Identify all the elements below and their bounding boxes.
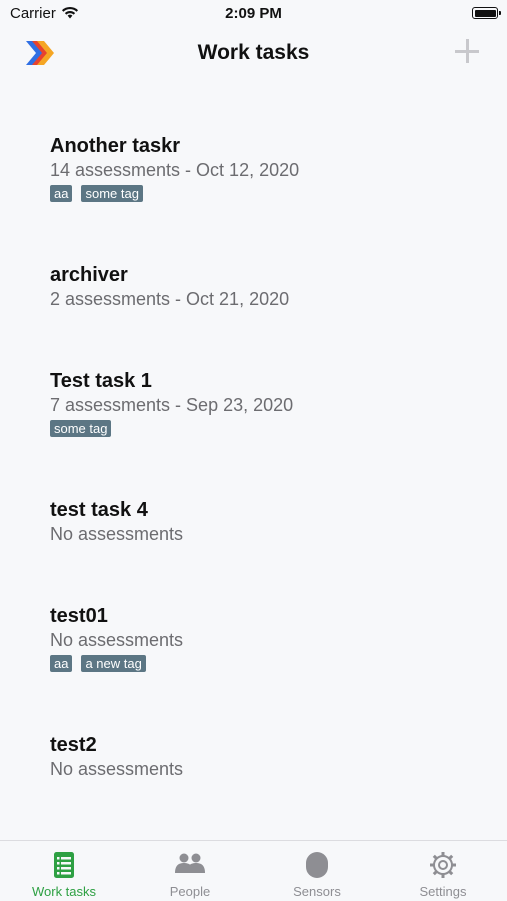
sensor-icon xyxy=(305,851,329,884)
tab-label: Work tasks xyxy=(31,884,97,899)
tag-badge: some tag xyxy=(81,185,143,202)
tag-list: some tag xyxy=(50,420,293,438)
page-title: Work tasks xyxy=(197,41,310,64)
people-icon xyxy=(174,851,206,880)
task-title: Another taskr xyxy=(50,135,181,157)
gear-icon xyxy=(429,851,457,884)
task-title: test2 xyxy=(50,734,97,756)
tag-list: aa some tag xyxy=(50,185,299,203)
tab-label: Sensors xyxy=(293,884,341,899)
tab-work-tasks[interactable]: Work tasks xyxy=(1,841,127,901)
task-title: test task 4 xyxy=(50,499,148,521)
task-subtitle: No assessments xyxy=(50,524,184,544)
list-item[interactable]: test2 No assessments xyxy=(50,733,183,781)
task-title: Test task 1 xyxy=(50,370,152,392)
tag-list: aa a new tag xyxy=(50,655,183,673)
battery-icon xyxy=(472,7,501,19)
task-title: archiver xyxy=(50,264,128,286)
tab-bar: Work tasks People Sensors Settings xyxy=(0,840,507,901)
list-item[interactable]: test01 No assessments aa a new tag xyxy=(50,604,183,673)
task-subtitle: 7 assessments - Sep 23, 2020 xyxy=(50,395,294,415)
tab-label: People xyxy=(169,884,211,899)
list-item[interactable]: Another taskr 14 assessments - Oct 12, 2… xyxy=(50,134,299,203)
task-subtitle: 2 assessments - Oct 21, 2020 xyxy=(50,289,290,309)
nav-bar: Work tasks xyxy=(0,28,507,78)
task-subtitle: No assessments xyxy=(50,759,184,779)
clock: 2:09 PM xyxy=(225,5,282,22)
tag-badge: aa xyxy=(50,655,73,672)
add-task-button[interactable] xyxy=(454,38,480,64)
tab-sensors[interactable]: Sensors xyxy=(254,841,380,901)
list-item[interactable]: Test task 1 7 assessments - Sep 23, 2020… xyxy=(50,369,293,438)
tab-people[interactable]: People xyxy=(127,841,253,901)
list-item[interactable]: test task 4 No assessments xyxy=(50,498,183,546)
tag-badge: a new tag xyxy=(81,655,146,672)
status-bar: Carrier 2:09 PM xyxy=(0,0,507,28)
tag-badge: some tag xyxy=(50,420,112,437)
tab-settings[interactable]: Settings xyxy=(380,841,506,901)
task-subtitle: No assessments xyxy=(50,630,184,650)
tag-badge: aa xyxy=(50,185,73,202)
task-title: test01 xyxy=(50,605,108,627)
task-subtitle: 14 assessments - Oct 12, 2020 xyxy=(50,160,300,180)
tab-label: Settings xyxy=(419,884,467,899)
list-item[interactable]: archiver 2 assessments - Oct 21, 2020 xyxy=(50,263,289,311)
clipboard-list-icon xyxy=(53,851,75,884)
